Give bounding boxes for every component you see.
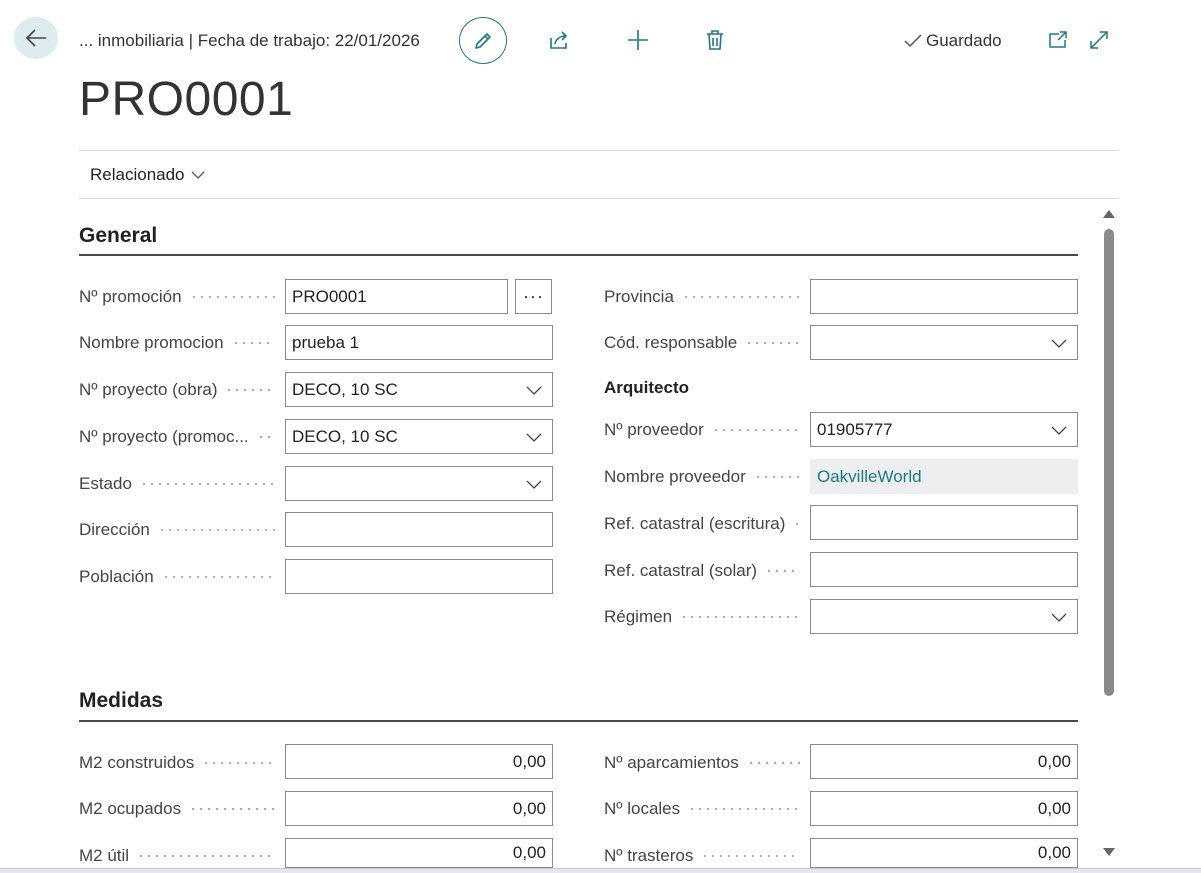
chevron-down-icon (1051, 613, 1067, 622)
open-in-new-window-icon (1049, 31, 1067, 48)
chevron-down-icon (1051, 426, 1067, 435)
promotion-name-field[interactable]: prueba 1 (285, 325, 553, 360)
promotion-no-field[interactable]: PRO0001 (285, 279, 508, 314)
address-field[interactable] (285, 512, 553, 547)
lookup-button[interactable]: ··· (515, 279, 552, 314)
page-title: PRO0001 (79, 73, 294, 126)
cadastral-ref-deed-field[interactable] (810, 505, 1078, 540)
cadastral-ref-plot-field[interactable] (810, 552, 1078, 587)
open-new-window-button[interactable] (1046, 28, 1070, 52)
divider (79, 198, 1119, 199)
field-label: Nº aparcamientos (604, 753, 800, 773)
status-select[interactable] (285, 466, 553, 501)
supplier-no-select[interactable]: 01905777 (810, 412, 1078, 447)
checkmark-icon (904, 34, 922, 48)
breadcrumb: ... inmobiliaria | Fecha de trabajo: 22/… (79, 31, 420, 50)
field-label: Nº proveedor (604, 420, 800, 440)
regime-select[interactable] (810, 599, 1078, 634)
field-label: M2 útil (79, 846, 275, 866)
scroll-down-icon[interactable] (1103, 848, 1115, 857)
city-field[interactable] (285, 559, 553, 594)
share-icon (550, 31, 568, 49)
saved-label: Guardado (926, 31, 1002, 50)
section-underline (79, 720, 1078, 722)
field-label: Nº promoción (79, 287, 275, 307)
field-label: Ref. catastral (escritura) (604, 514, 800, 534)
field-label: Nº locales (604, 799, 800, 819)
divider (79, 150, 1119, 151)
useful-m2-field[interactable]: 0,00 (285, 838, 553, 868)
plus-icon (628, 30, 648, 50)
scrollbar-thumb[interactable] (1104, 229, 1114, 696)
supplier-name-field[interactable]: OakvilleWorld (810, 459, 1078, 494)
field-label: Estado (79, 474, 275, 494)
section-title-general[interactable]: General (79, 224, 157, 248)
delete-button[interactable] (703, 28, 727, 52)
chevron-down-icon (526, 433, 542, 442)
share-button[interactable] (547, 28, 571, 52)
new-button[interactable] (626, 28, 650, 52)
province-field[interactable] (810, 279, 1078, 314)
field-label: Régimen (604, 607, 800, 627)
chevron-down-icon (191, 171, 204, 179)
expand-button[interactable] (1087, 28, 1111, 52)
field-label: M2 ocupados (79, 799, 275, 819)
related-menu[interactable]: Relacionado (90, 165, 205, 185)
responsible-code-select[interactable] (810, 325, 1078, 360)
premises-count-field[interactable]: 0,00 (810, 791, 1078, 826)
pencil-icon (475, 32, 491, 49)
section-title-measures[interactable]: Medidas (79, 689, 163, 713)
storage-count-field[interactable]: 0,00 (810, 838, 1078, 868)
field-label: Nombre promocion (79, 333, 275, 353)
bottom-edge (0, 868, 1201, 873)
architect-heading: Arquitecto (604, 378, 689, 397)
trash-icon (707, 30, 723, 50)
field-label: M2 construidos (79, 753, 275, 773)
project-promotion-select[interactable]: DECO, 10 SC (285, 419, 553, 454)
built-m2-field[interactable]: 0,00 (285, 744, 553, 779)
field-label: Nº trasteros (604, 846, 800, 866)
back-button[interactable] (14, 17, 58, 59)
field-label: Nombre proveedor (604, 467, 800, 487)
chevron-down-icon (1051, 339, 1067, 348)
field-label: Nº proyecto (obra) (79, 380, 275, 400)
project-work-select[interactable]: DECO, 10 SC (285, 372, 553, 407)
occupied-m2-field[interactable]: 0,00 (285, 791, 553, 826)
expand-icon (1090, 31, 1108, 49)
field-label: Población (79, 567, 275, 587)
chevron-down-icon (526, 480, 542, 489)
top-bar: ... inmobiliaria | Fecha de trabajo: 22/… (0, 0, 1201, 80)
arrow-left-icon (25, 29, 46, 47)
edit-button[interactable] (459, 17, 507, 64)
scroll-up-icon[interactable] (1103, 209, 1115, 218)
field-label: Ref. catastral (solar) (604, 561, 800, 581)
field-label: Provincia (604, 287, 800, 307)
parking-count-field[interactable]: 0,00 (810, 744, 1078, 779)
field-label: Dirección (79, 520, 275, 540)
field-label: Cód. responsable (604, 333, 800, 353)
chevron-down-icon (526, 386, 542, 395)
related-label: Relacionado (90, 165, 185, 184)
saved-status: Guardado (903, 31, 1002, 51)
field-label: Nº proyecto (promoc... (79, 427, 275, 447)
section-underline (79, 254, 1078, 256)
